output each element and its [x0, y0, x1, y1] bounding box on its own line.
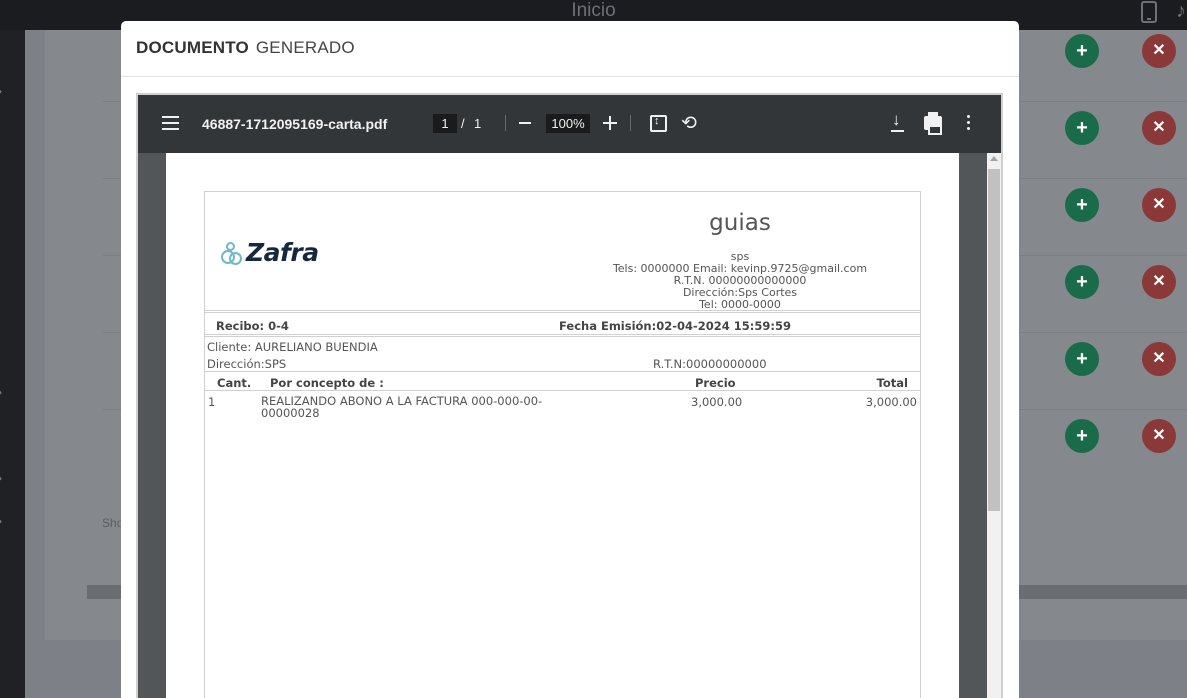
- add-button[interactable]: +: [1065, 419, 1099, 453]
- column-total: Total: [876, 376, 908, 390]
- print-icon[interactable]: [924, 112, 942, 135]
- chevron-right-icon[interactable]: ›: [0, 472, 8, 484]
- more-options-icon[interactable]: [967, 115, 971, 131]
- receipt-document: Zafra guias sps Tels: 0000000 Email: kev…: [204, 191, 921, 698]
- column-concepto: Por concepto de :: [270, 376, 384, 390]
- fit-page-icon[interactable]: [650, 115, 667, 132]
- company-name: guias: [709, 210, 771, 236]
- page-separator: /: [461, 116, 465, 131]
- pdf-viewer: 46887-1712095169-carta.pdf 1 / 1 100% ⟲: [136, 93, 1003, 698]
- add-button[interactable]: +: [1065, 188, 1099, 222]
- client-address: Dirección:SPS: [207, 357, 287, 371]
- issue-date: Fecha Emisión:02-04-2024 15:59:59: [559, 319, 791, 333]
- row-concepto: REALIZANDO ABONO A LA FACTURA 000-000-00…: [261, 394, 543, 420]
- receipt-meta: Recibo: 0-4 Fecha Emisión:02-04-2024 15:…: [205, 313, 920, 337]
- modal-header: DOCUMENTO GENERADO: [121, 21, 1019, 77]
- pdf-filename: 46887-1712095169-carta.pdf: [202, 116, 388, 132]
- app-title: Inicio: [571, 0, 616, 21]
- modal-title-bold: DOCUMENTO: [136, 38, 249, 57]
- add-button[interactable]: +: [1065, 265, 1099, 299]
- client-info: Cliente: AURELIANO BUENDIA Dirección:SPS…: [205, 337, 920, 372]
- client-name: Cliente: AURELIANO BUENDIA: [207, 340, 378, 354]
- delete-button[interactable]: ✕: [1142, 34, 1176, 68]
- receipt-header: Zafra guias sps Tels: 0000000 Email: kev…: [205, 192, 920, 313]
- pdf-toolbar: 46887-1712095169-carta.pdf 1 / 1 100% ⟲: [138, 95, 1001, 153]
- rotate-icon[interactable]: ⟲: [681, 112, 697, 135]
- mobile-icon[interactable]: [1141, 1, 1157, 23]
- download-icon[interactable]: [890, 110, 906, 132]
- company-tel: Tel: 0000-0000: [699, 298, 781, 311]
- column-precio: Precio: [695, 376, 736, 390]
- row-cant: 1: [208, 395, 216, 409]
- modal-title: GENERADO: [255, 38, 355, 57]
- delete-button[interactable]: ✕: [1142, 342, 1176, 376]
- chevron-right-icon[interactable]: ›: [0, 85, 8, 97]
- pdf-page: Zafra guias sps Tels: 0000000 Email: kev…: [166, 153, 959, 698]
- toolbar-divider: [630, 115, 631, 131]
- tool-icon[interactable]: ♪: [1176, 0, 1186, 23]
- document-modal: DOCUMENTO GENERADO 46887-1712095169-cart…: [121, 21, 1019, 698]
- pdf-scrollbar[interactable]: [987, 153, 1001, 698]
- logo-rings-icon: [221, 241, 247, 267]
- table-row: 1 REALIZANDO ABONO A LA FACTURA 000-000-…: [205, 391, 920, 421]
- row-precio: 3,000.00: [691, 395, 743, 409]
- logo-text: Zafra: [246, 238, 319, 267]
- delete-button[interactable]: ✕: [1142, 188, 1176, 222]
- chevron-right-icon[interactable]: ›: [0, 386, 8, 398]
- delete-button[interactable]: ✕: [1142, 419, 1176, 453]
- scroll-thumb[interactable]: [988, 169, 1000, 511]
- add-button[interactable]: +: [1065, 342, 1099, 376]
- page-number-input[interactable]: 1: [433, 114, 457, 133]
- menu-icon[interactable]: [162, 116, 180, 130]
- receipt-number: Recibo: 0-4: [216, 319, 289, 333]
- add-button[interactable]: +: [1065, 111, 1099, 145]
- row-total: 3,000.00: [865, 395, 917, 409]
- table-header: Cant. Por concepto de : Precio Total: [205, 372, 920, 391]
- zoom-input[interactable]: 100%: [546, 114, 590, 133]
- client-rtn: R.T.N:00000000000: [653, 357, 767, 371]
- scroll-up-icon[interactable]: [990, 156, 998, 161]
- sidebar: › › › ›: [0, 30, 25, 698]
- company-logo: Zafra: [221, 238, 341, 268]
- company-info: sps Tels: 0000000 Email: kevinp.9725@gma…: [585, 251, 895, 311]
- pdf-canvas[interactable]: Zafra guias sps Tels: 0000000 Email: kev…: [138, 153, 987, 698]
- zoom-out-icon[interactable]: [519, 122, 531, 124]
- toolbar-divider: [505, 115, 506, 131]
- column-cant: Cant.: [217, 376, 252, 390]
- delete-button[interactable]: ✕: [1142, 111, 1176, 145]
- chevron-right-icon[interactable]: ›: [0, 515, 8, 527]
- page-total: 1: [474, 116, 482, 131]
- delete-button[interactable]: ✕: [1142, 265, 1176, 299]
- zoom-in-icon[interactable]: [603, 116, 617, 130]
- add-button[interactable]: +: [1065, 34, 1099, 68]
